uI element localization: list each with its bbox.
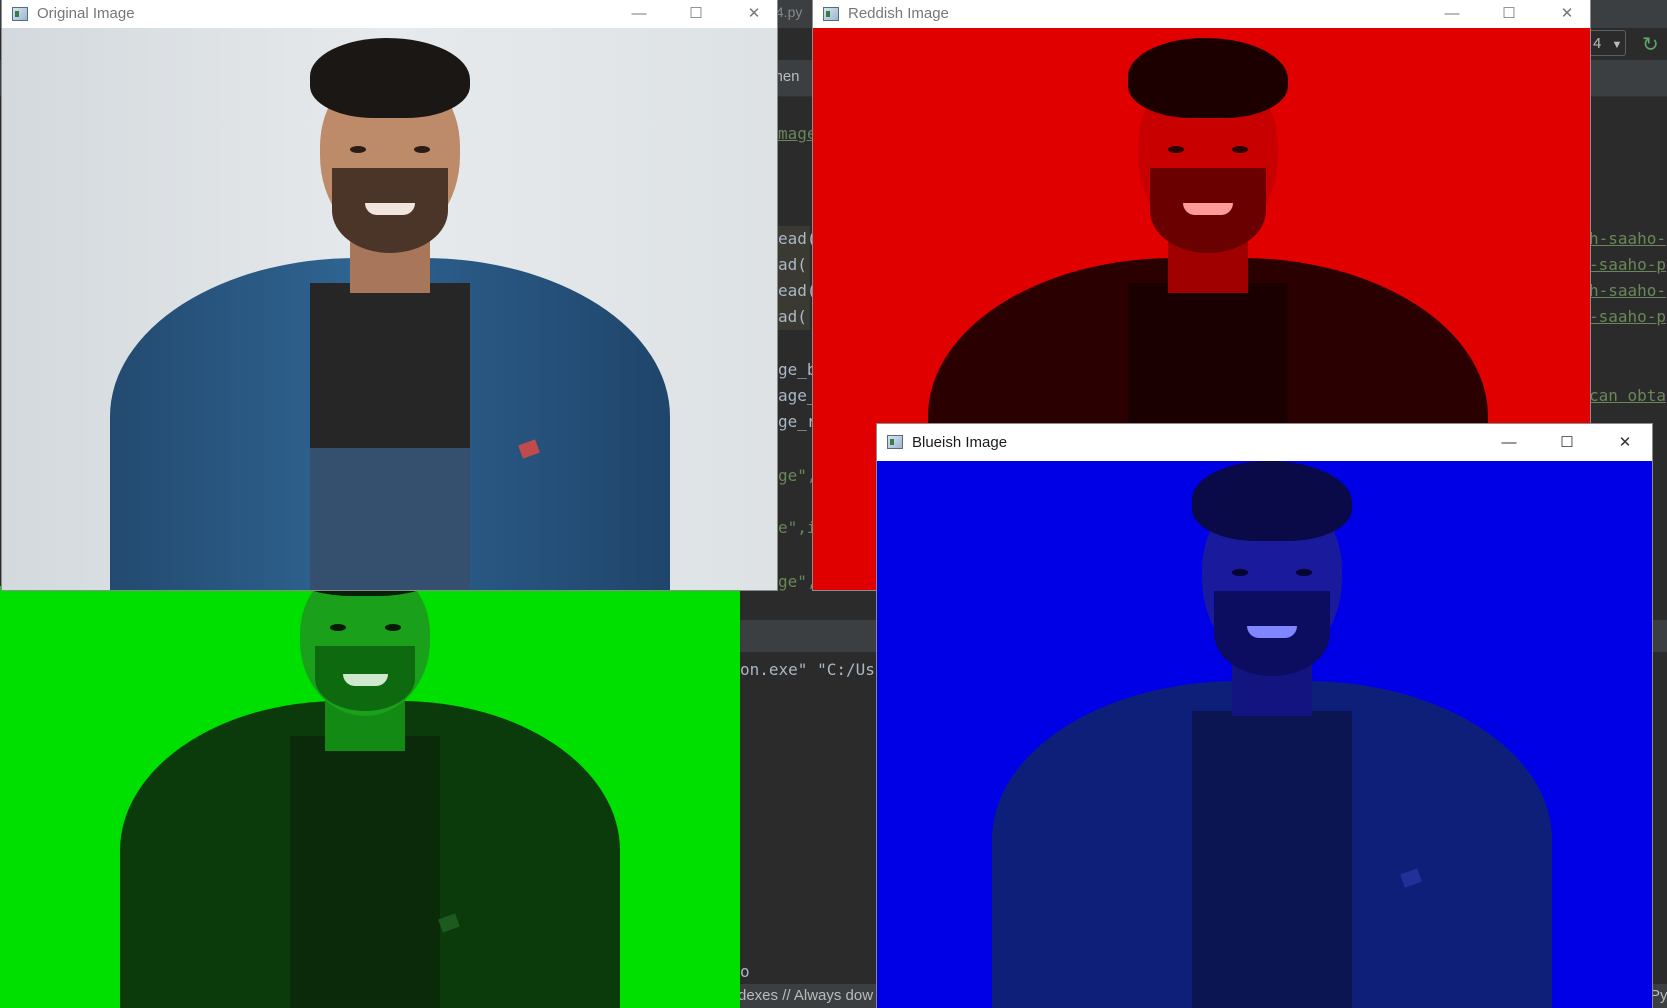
code-fragment: mage bbox=[778, 124, 817, 143]
status-right: Py bbox=[1650, 987, 1667, 1004]
console-line: o bbox=[740, 962, 750, 981]
code-fragment: can obta bbox=[1589, 386, 1667, 405]
window-original-image[interactable]: Original Image — ☐ ✕ bbox=[2, 0, 777, 590]
window-greenish-image[interactable] bbox=[0, 586, 740, 1008]
close-button[interactable]: ✕ bbox=[1544, 0, 1590, 28]
window-title: Reddish Image bbox=[848, 5, 949, 22]
console-line: on.exe" "C:/Us bbox=[740, 660, 875, 679]
window-title-bar[interactable]: Reddish Image — ☐ ✕ bbox=[813, 0, 1590, 28]
code-fragment: -saaho-p bbox=[1589, 307, 1667, 326]
code-fragment: -saaho-p bbox=[1589, 255, 1667, 274]
person-figure bbox=[110, 28, 670, 590]
maximize-button[interactable]: ☐ bbox=[1486, 0, 1532, 28]
close-button[interactable]: ✕ bbox=[1602, 424, 1648, 461]
window-blueish-image[interactable]: Blueish Image — ☐ ✕ bbox=[877, 424, 1652, 1008]
greenish-image-canvas bbox=[0, 586, 740, 1008]
blueish-image-canvas bbox=[877, 461, 1652, 1008]
opencv-window-icon bbox=[823, 7, 839, 21]
run-config-label: 4 bbox=[1593, 35, 1602, 52]
run-config-dropdown[interactable]: 4 ▼ bbox=[1586, 30, 1626, 56]
code-fragment: ead( bbox=[778, 229, 817, 248]
code-fragment: ge", bbox=[778, 466, 817, 485]
chevron-down-icon: ▼ bbox=[1611, 39, 1623, 51]
code-fragment: h-saaho- bbox=[1589, 229, 1667, 248]
person-figure bbox=[110, 586, 630, 1008]
minimize-button[interactable]: — bbox=[1429, 0, 1475, 28]
code-fragment: ge_b bbox=[778, 360, 817, 379]
window-title-bar[interactable]: Blueish Image — ☐ ✕ bbox=[877, 424, 1652, 461]
code-fragment: ge", bbox=[778, 572, 817, 591]
minimize-button[interactable]: — bbox=[1486, 424, 1532, 461]
window-title: Original Image bbox=[37, 5, 135, 22]
original-image-canvas bbox=[2, 28, 777, 590]
opencv-window-icon bbox=[887, 435, 903, 449]
opencv-window-icon bbox=[12, 7, 28, 21]
maximize-button[interactable]: ☐ bbox=[1544, 424, 1590, 461]
close-button[interactable]: ✕ bbox=[731, 0, 777, 28]
window-title-bar[interactable]: Original Image — ☐ ✕ bbox=[2, 0, 777, 28]
person-figure bbox=[992, 461, 1552, 1008]
maximize-button[interactable]: ☐ bbox=[673, 0, 719, 28]
code-fragment: ad( bbox=[778, 255, 807, 274]
code-fragment: e",i bbox=[778, 518, 817, 537]
rerun-icon[interactable]: ↻ bbox=[1642, 32, 1659, 57]
code-fragment: age_ bbox=[778, 386, 817, 405]
code-fragment: ad( bbox=[778, 307, 807, 326]
code-fragment: h-saaho- bbox=[1589, 281, 1667, 300]
status-text: dexes // Always dow bbox=[738, 987, 874, 1004]
code-fragment: ead( bbox=[778, 281, 817, 300]
window-title: Blueish Image bbox=[912, 434, 1008, 451]
code-fragment: ge_r bbox=[778, 412, 817, 431]
minimize-button[interactable]: — bbox=[616, 0, 662, 28]
